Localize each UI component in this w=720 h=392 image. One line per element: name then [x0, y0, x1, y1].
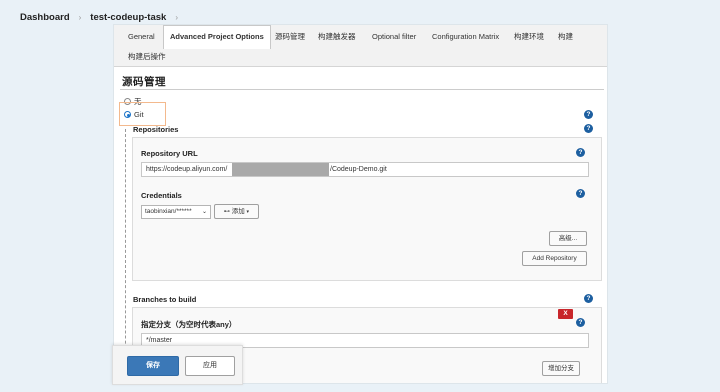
add-credentials-button[interactable]: ⊷ 添加 ▾	[214, 204, 259, 219]
tab-general[interactable]: General	[122, 26, 161, 48]
tab-configuration-matrix[interactable]: Configuration Matrix	[426, 26, 505, 48]
git-help-icon[interactable]: ?	[584, 110, 593, 119]
add-credentials-label: 添加	[231, 208, 245, 215]
apply-button[interactable]: 应用	[185, 356, 235, 376]
breadcrumb-job[interactable]: test-codeup-task	[90, 12, 166, 23]
breadcrumb-dashboard[interactable]: Dashboard	[20, 12, 70, 23]
credentials-label: Credentials	[141, 191, 182, 200]
repository-url-help-icon[interactable]: ?	[576, 148, 585, 157]
breadcrumb-separator-icon: ›	[78, 12, 82, 22]
repository-url-label: Repository URL	[141, 149, 198, 158]
delete-branch-button[interactable]: X	[558, 309, 573, 319]
config-tabs: General Advanced Project Options 源码管理 构建…	[114, 25, 607, 68]
tab-post-build-actions[interactable]: 构建后操作	[122, 46, 172, 68]
credentials-help-icon[interactable]: ?	[576, 189, 585, 198]
branches-help-icon[interactable]: ?	[584, 294, 593, 303]
save-bar: 保存 应用	[112, 345, 243, 385]
advanced-button[interactable]: 高级...	[549, 231, 587, 246]
repository-url-suffix: /Codeup-Demo.git	[330, 166, 387, 173]
caret-down-icon: ▾	[246, 209, 250, 215]
git-highlight-annotation	[119, 102, 166, 126]
credentials-select[interactable]: taobinxian/****** ⌄	[141, 205, 211, 219]
add-branch-button[interactable]: 增加分支	[542, 361, 580, 376]
branch-specifier-help-icon[interactable]: ?	[576, 318, 585, 327]
branches-to-build-label: Branches to build	[133, 295, 197, 304]
credentials-value: taobinxian/******	[145, 208, 192, 215]
breadcrumb-chevron-icon[interactable]: ›	[175, 13, 178, 22]
repository-url-prefix: https://codeup.aliyun.com/	[146, 166, 228, 173]
tab-optional-filter[interactable]: Optional filter	[366, 26, 422, 48]
tab-scm[interactable]: 源码管理	[269, 26, 311, 48]
tab-build-triggers[interactable]: 构建触发器	[312, 26, 362, 48]
repositories-label: Repositories	[133, 125, 179, 134]
redacted-region	[232, 163, 329, 176]
chevron-down-icon: ⌄	[201, 209, 207, 215]
save-button[interactable]: 保存	[127, 356, 179, 376]
tab-build[interactable]: 构建	[552, 26, 579, 48]
branch-specifier-value: */master	[146, 337, 173, 344]
add-repository-button[interactable]: Add Repository	[522, 251, 587, 266]
branch-specifier-label: 指定分支（为空时代表any）	[141, 320, 237, 329]
tab-build-environment[interactable]: 构建环境	[508, 26, 550, 48]
key-icon: ⊷	[223, 209, 230, 215]
repositories-help-icon[interactable]: ?	[584, 124, 593, 133]
section-title-scm: 源码管理	[122, 76, 166, 88]
tab-advanced-project-options[interactable]: Advanced Project Options	[163, 25, 271, 49]
section-divider	[120, 89, 604, 90]
config-panel: General Advanced Project Options 源码管理 构建…	[113, 24, 608, 384]
